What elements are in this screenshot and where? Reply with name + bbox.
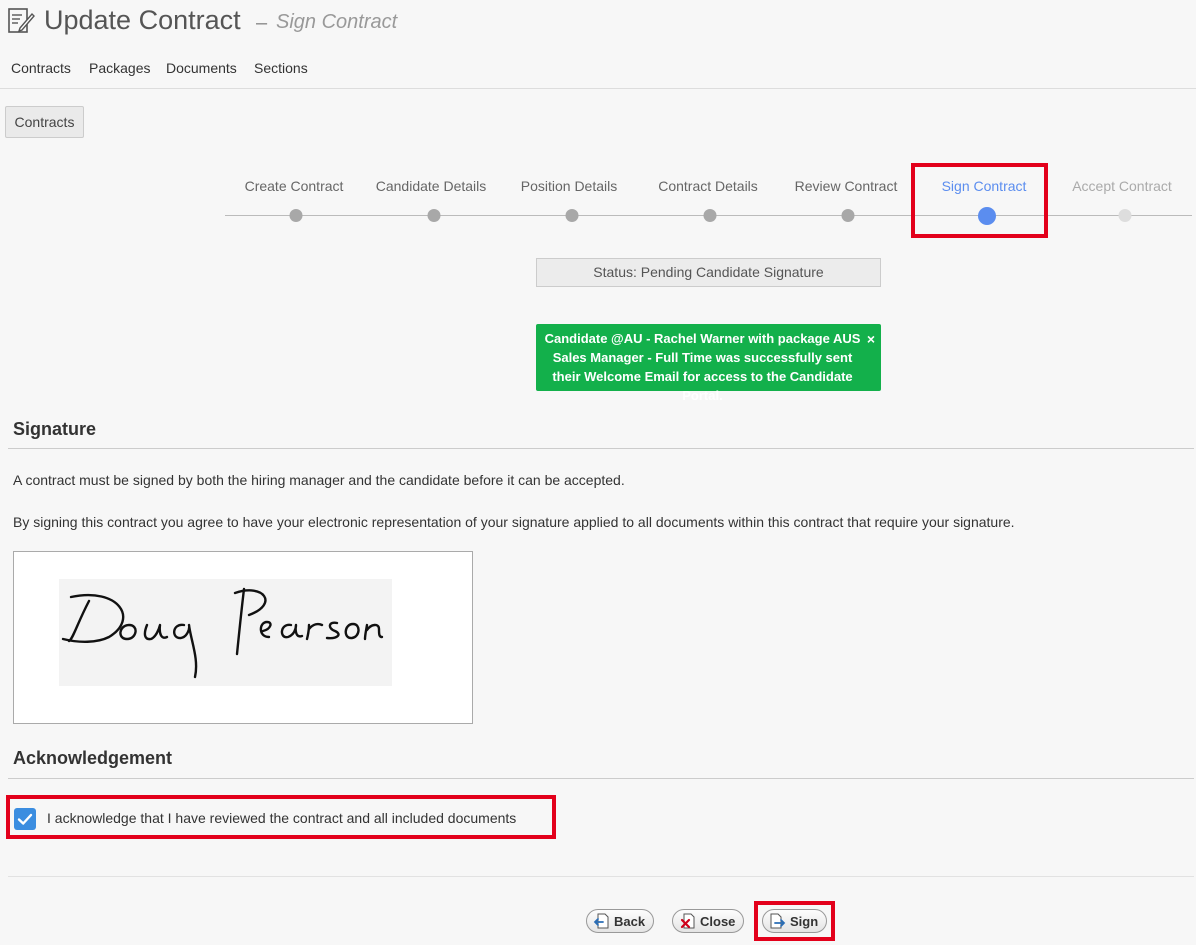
- signature-pad[interactable]: [13, 551, 473, 724]
- step-create-contract[interactable]: Create Contract: [245, 178, 344, 194]
- back-label: Back: [614, 913, 646, 929]
- tab-contracts[interactable]: Contracts: [11, 60, 71, 76]
- step-review-contract[interactable]: Review Contract: [795, 178, 898, 194]
- tab-packages[interactable]: Packages: [89, 60, 150, 76]
- contracts-button[interactable]: Contracts: [5, 106, 84, 138]
- acknowledgement-heading: Acknowledgement: [13, 748, 173, 768]
- tab-sections[interactable]: Sections: [254, 60, 308, 76]
- close-icon[interactable]: ×: [867, 330, 875, 349]
- signature-heading: Signature: [13, 419, 97, 439]
- step-accept-contract: Accept Contract: [1072, 178, 1172, 194]
- divider: [8, 448, 1194, 449]
- signature-image: [59, 579, 392, 686]
- acknowledgement-row: I acknowledge that I have reviewed the c…: [6, 795, 556, 839]
- status-badge: Status: Pending Candidate Signature: [536, 258, 881, 287]
- success-alert: Candidate @AU - Rachel Warner with packa…: [536, 324, 881, 403]
- checkmark-icon: [17, 813, 33, 825]
- back-arrow-icon: [593, 913, 609, 929]
- step-candidate-details[interactable]: Candidate Details: [376, 178, 487, 194]
- highlight-sign-button: [754, 901, 835, 941]
- divider: [8, 876, 1194, 877]
- divider: [8, 778, 1194, 779]
- step-position-details[interactable]: Position Details: [521, 178, 618, 194]
- back-button[interactable]: Back: [586, 909, 655, 933]
- acknowledge-checkbox[interactable]: [14, 808, 36, 830]
- tab-documents[interactable]: Documents: [166, 60, 237, 76]
- page-subtitle: Sign Contract: [276, 11, 398, 33]
- step-dot-future: [1118, 209, 1132, 222]
- acknowledge-label[interactable]: I acknowledge that I have reviewed the c…: [47, 810, 516, 826]
- step-dot: [703, 209, 717, 222]
- step-contract-details[interactable]: Contract Details: [658, 178, 758, 194]
- signature-agreement-text: By signing this contract you agree to ha…: [13, 514, 1015, 530]
- step-dot: [565, 209, 579, 222]
- highlight-sign-contract-step: [911, 163, 1048, 238]
- step-dot: [841, 209, 855, 222]
- title-separator: –: [256, 12, 268, 34]
- signature-requirement-text: A contract must be signed by both the hi…: [13, 472, 625, 488]
- close-label: Close: [700, 913, 736, 929]
- step-dot: [289, 209, 303, 222]
- edit-document-icon: [8, 8, 35, 33]
- alert-message: Candidate @AU - Rachel Warner with packa…: [544, 331, 861, 403]
- close-document-icon: [680, 913, 695, 929]
- page-title: Update Contract: [44, 5, 241, 35]
- tab-bar: Contracts Packages Documents Sections: [0, 52, 1196, 89]
- step-dot: [427, 209, 441, 222]
- close-button[interactable]: Close: [672, 909, 745, 933]
